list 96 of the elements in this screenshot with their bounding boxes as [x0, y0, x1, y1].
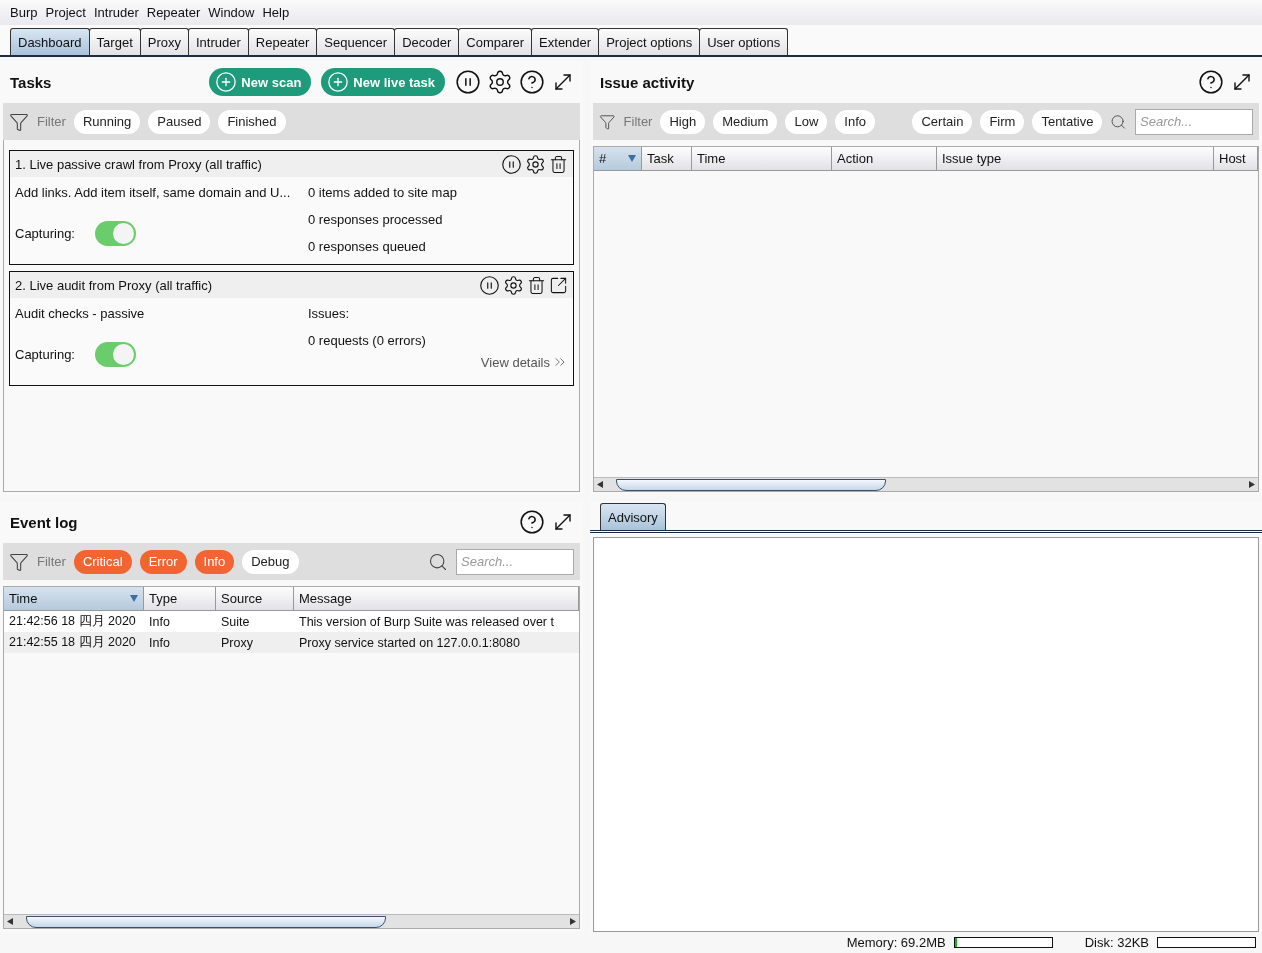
tab[interactable]: Extender [531, 28, 600, 55]
filter-label: Filter [37, 114, 66, 129]
search-field[interactable]: Search... [456, 548, 574, 575]
filter-label: Filter [37, 554, 66, 569]
filter-chip[interactable]: Tentative [1032, 109, 1103, 134]
tab[interactable]: Repeater [247, 28, 318, 55]
column-header[interactable]: Host [1214, 147, 1258, 171]
scroll-left-icon[interactable] [7, 918, 13, 925]
tab[interactable]: Proxy [139, 28, 189, 55]
capturing-toggle[interactable] [95, 341, 136, 367]
popout-icon[interactable] [549, 275, 568, 295]
filter-label: Filter [623, 114, 653, 129]
menu-item[interactable]: Burp [6, 5, 42, 20]
table-cell-text: Proxy [220, 634, 254, 652]
capturing-label: Capturing: [15, 346, 75, 362]
column-header[interactable]: Time [692, 147, 832, 171]
capturing-toggle[interactable] [95, 220, 136, 246]
panel-title: Issue activity [600, 73, 695, 91]
filter-chip[interactable]: Debug [242, 549, 299, 574]
help-icon[interactable] [519, 69, 545, 95]
tab[interactable]: Decoder [394, 28, 460, 55]
column-header[interactable]: Source [216, 587, 294, 611]
tab[interactable]: Advisory [600, 503, 666, 530]
help-icon[interactable] [1198, 69, 1224, 95]
scroll-right-icon[interactable] [1249, 481, 1255, 488]
filter-chip[interactable]: Firm [980, 109, 1025, 134]
horizontal-scrollbar[interactable] [594, 477, 1258, 491]
search-field[interactable]: Search... [1135, 108, 1253, 135]
filter-icon[interactable] [9, 111, 29, 132]
delete-icon[interactable] [527, 275, 546, 295]
filter-chip[interactable]: Low [785, 109, 828, 134]
pause-icon[interactable] [501, 153, 522, 175]
settings-icon[interactable] [525, 153, 546, 175]
filter-chip[interactable]: Medium [713, 109, 778, 134]
help-icon[interactable] [519, 509, 545, 535]
column-header[interactable]: Time [4, 587, 144, 611]
column-header[interactable]: Type [144, 587, 216, 611]
task-title: 1. Live passive crawl from Proxy (all traffic) [15, 156, 262, 172]
scroll-left-icon[interactable] [597, 481, 603, 488]
menu-item[interactable]: Project [41, 5, 90, 20]
filter-icon[interactable] [9, 551, 29, 572]
plus-icon [327, 71, 350, 93]
panel-title: Tasks [10, 73, 52, 91]
search-icon [428, 551, 448, 572]
task-stat: 0 items added to site map [308, 185, 457, 200]
tab[interactable]: Dashboard [10, 28, 90, 55]
filter-chip[interactable]: Certain [912, 109, 973, 134]
horizontal-scrollbar[interactable] [4, 914, 579, 928]
disk-label: Disk: 32KB [1084, 935, 1149, 950]
tab[interactable]: User options [699, 28, 789, 55]
filter-chip[interactable]: Finished [218, 109, 286, 134]
column-header[interactable]: Issue type [937, 147, 1214, 171]
scroll-right-icon[interactable] [570, 918, 576, 925]
view-details-link[interactable]: View details [480, 354, 568, 370]
menu-item[interactable]: Intruder [89, 5, 143, 20]
task-stat: 0 responses processed [308, 212, 443, 227]
column-header[interactable]: Message [294, 587, 579, 611]
menu-item[interactable]: Window [204, 5, 259, 20]
task-description: Audit checks - passive [15, 306, 145, 321]
task-stat: 0 requests (0 errors) [308, 333, 426, 348]
panel-title: Event log [10, 513, 78, 531]
pause-icon[interactable] [479, 274, 500, 296]
settings-icon[interactable] [503, 274, 524, 296]
sort-arrow-icon [628, 155, 636, 162]
menu-item[interactable]: Repeater [142, 5, 205, 20]
column-header[interactable]: # [594, 147, 642, 171]
tab[interactable]: Target [88, 28, 141, 55]
table-cell-text: 21:42:55 18 四月 2020 [8, 634, 137, 651]
pause-icon[interactable] [455, 69, 481, 95]
memory-label: Memory: 69.2MB [846, 935, 946, 950]
plus-icon [215, 71, 238, 93]
filter-chip[interactable]: Running [73, 109, 141, 134]
table-cell-text: 21:42:56 18 四月 2020 [8, 613, 137, 630]
column-header[interactable]: Task [642, 147, 692, 171]
task-stat: 0 responses queued [308, 239, 426, 254]
tab[interactable]: Intruder [188, 28, 249, 55]
table-cell-text: Suite [220, 613, 251, 631]
table-cell-text: Info [148, 613, 171, 631]
task-title: 2. Live audit from Proxy (all traffic) [15, 277, 212, 293]
menu-item[interactable]: Help [258, 5, 294, 20]
tab[interactable]: Sequencer [316, 28, 396, 55]
filter-chip[interactable]: High [660, 109, 706, 134]
table-cell-text: Proxy service started on 127.0.0.1:8080 [298, 634, 521, 652]
task-description: Add links. Add item itself, same domain and U... [15, 185, 291, 200]
filter-chip[interactable]: Paused [148, 109, 211, 134]
table-cell-text: Info [148, 634, 171, 652]
tab[interactable]: Project options [598, 28, 701, 55]
delete-icon[interactable] [549, 154, 568, 174]
settings-icon[interactable] [487, 69, 513, 95]
capturing-label: Capturing: [15, 225, 75, 241]
task-stat: Issues: [308, 306, 350, 321]
sort-arrow-icon [130, 595, 138, 602]
filter-chip[interactable]: Info [835, 109, 875, 134]
column-header[interactable]: Action [832, 147, 937, 171]
tab[interactable]: Comparer [458, 28, 533, 55]
table-cell-text: This version of Burp Suite was released over t [298, 613, 555, 631]
